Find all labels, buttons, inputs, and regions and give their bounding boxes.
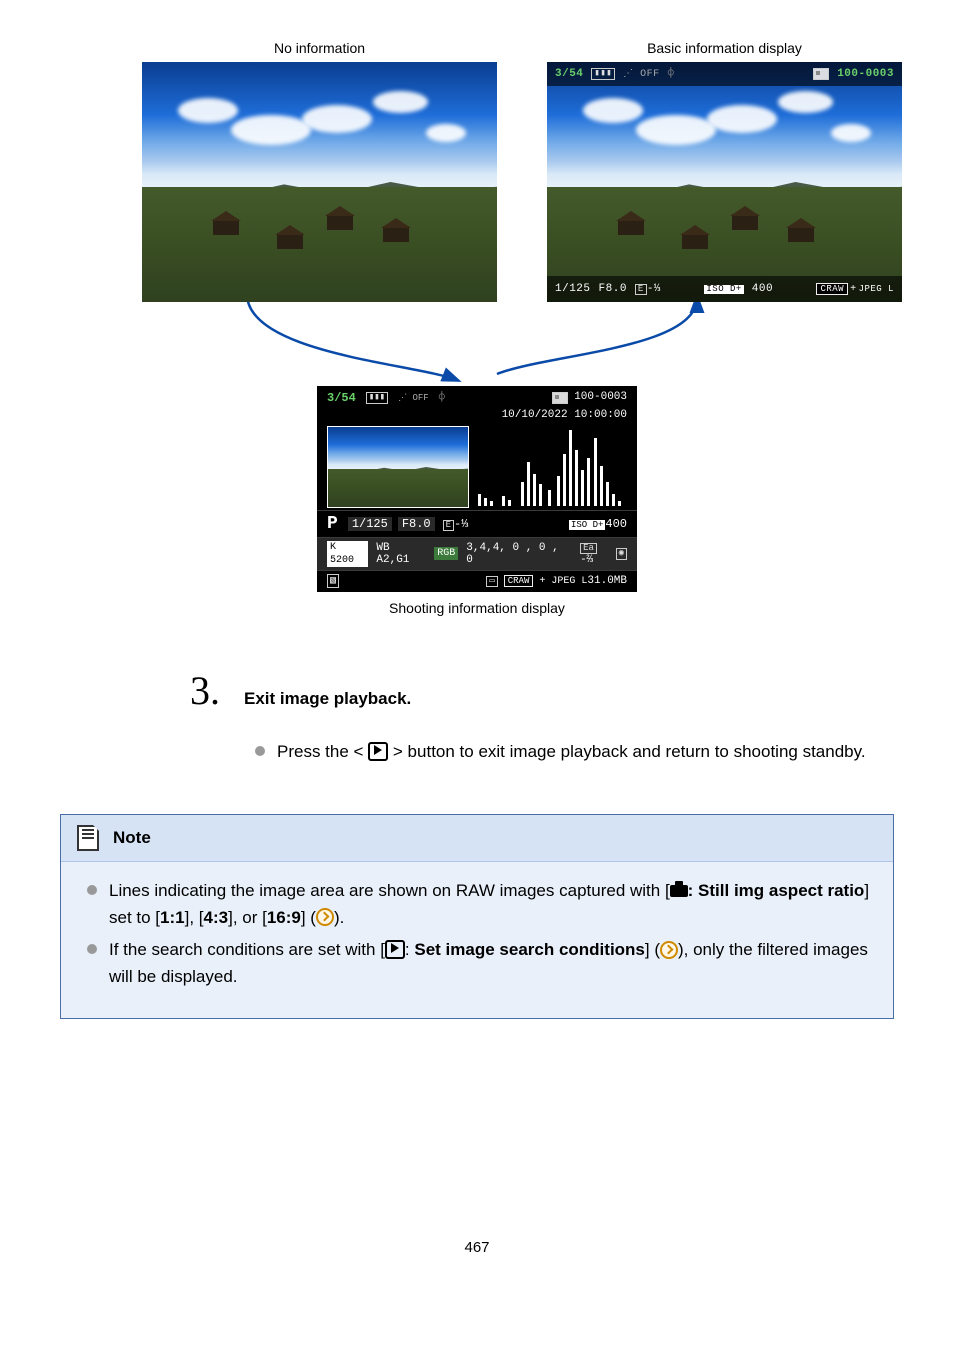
thumb-no-info — [142, 62, 497, 302]
rgb-chip: RGB — [434, 547, 458, 560]
wifi-off-icon: ⋰ OFF — [398, 393, 429, 403]
basic-shutter: 1/125 — [555, 283, 591, 295]
jpeg-badge: JPEG L — [859, 284, 894, 294]
jpeg-badge: JPEG L — [551, 576, 587, 587]
shoot-aperture: F8.0 — [398, 517, 435, 531]
caption-no-info: No information — [274, 40, 365, 56]
meter-icon: ◉ — [616, 548, 627, 560]
file-size: 31.0MB — [587, 575, 627, 587]
caption-shooting-info: Shooting information display — [317, 600, 637, 616]
note-icon — [77, 825, 99, 851]
wb-shift: WB A2,G1 — [376, 542, 428, 566]
histogram — [475, 426, 627, 506]
flash-exp: -⅔ — [580, 554, 593, 566]
note-line-1: Lines indicating the image area are show… — [87, 878, 873, 931]
basic-file: 100-0003 — [837, 68, 894, 80]
flow-arrows — [97, 294, 857, 384]
basic-counter: 3/54 — [555, 68, 583, 80]
basic-iso: 400 — [752, 283, 773, 295]
shoot-counter: 3/54 — [327, 391, 356, 405]
basic-aperture: F8.0 — [599, 283, 627, 295]
shooting-info-panel: 3/54 ▮▮▮ ⋰ OFF ⌽ 100-0003 10/10/2022 10:… — [317, 386, 637, 592]
battery-icon: ▮▮▮ — [591, 68, 615, 80]
note-line-2: If the search conditions are set with [:… — [87, 937, 873, 990]
search-cond-link[interactable] — [660, 940, 678, 959]
aspect-link[interactable] — [316, 908, 334, 927]
step-body-item: Press the < > button to exit image playb… — [255, 739, 894, 765]
flash-exp-icon: Ea — [580, 543, 597, 555]
thumb-basic-info: 3/54 ▮▮▮ ⋰ OFF ⌽ 100-0003 1/125 F8.0 E-⅓ — [547, 62, 902, 302]
card-icon — [552, 392, 568, 404]
wifi-off-icon: ⋰ OFF — [623, 68, 660, 80]
picture-style-vals: 3,4,4, 0 , 0 , 0 — [466, 542, 570, 566]
link-icon — [660, 941, 678, 959]
exp-icon: E — [443, 520, 454, 532]
shoot-exp: -⅓ — [454, 517, 468, 531]
card-icon — [813, 68, 829, 80]
bt-icon: ⌽ — [668, 68, 675, 80]
craw-badge: CRAW — [504, 575, 534, 587]
step-number: 3. — [190, 671, 220, 711]
step-title: Exit image playback. — [244, 689, 411, 709]
iso-d-icon: ISO D+ — [569, 520, 605, 530]
play-button-icon — [385, 940, 405, 958]
play-button-icon — [368, 742, 388, 760]
battery-icon: ▮▮▮ — [366, 392, 388, 404]
shoot-shutter: 1/125 — [348, 517, 392, 531]
page-number: 467 — [60, 1239, 894, 1256]
caption-basic-info: Basic information display — [647, 40, 802, 56]
shoot-iso: 400 — [605, 517, 627, 531]
crop-icon: ▭ — [486, 576, 497, 588]
shoot-file: 100-0003 — [574, 391, 627, 404]
iso-d-icon: ISO D+ — [704, 285, 743, 294]
kelvin-chip: K 5200 — [327, 541, 368, 567]
shoot-datetime: 10/10/2022 10:00:00 — [502, 409, 627, 421]
send-icon: ▧ — [327, 574, 339, 588]
mode-p: P — [327, 514, 338, 534]
basic-exp: E-⅓ — [635, 283, 661, 296]
link-icon — [316, 908, 334, 926]
bt-icon: ⌽ — [439, 392, 445, 404]
note-title: Note — [113, 828, 151, 848]
mini-thumb — [327, 426, 469, 508]
note-box: Note Lines indicating the image area are… — [60, 814, 894, 1018]
craw-badge: CRAW — [816, 283, 848, 295]
camera-icon — [670, 885, 688, 897]
